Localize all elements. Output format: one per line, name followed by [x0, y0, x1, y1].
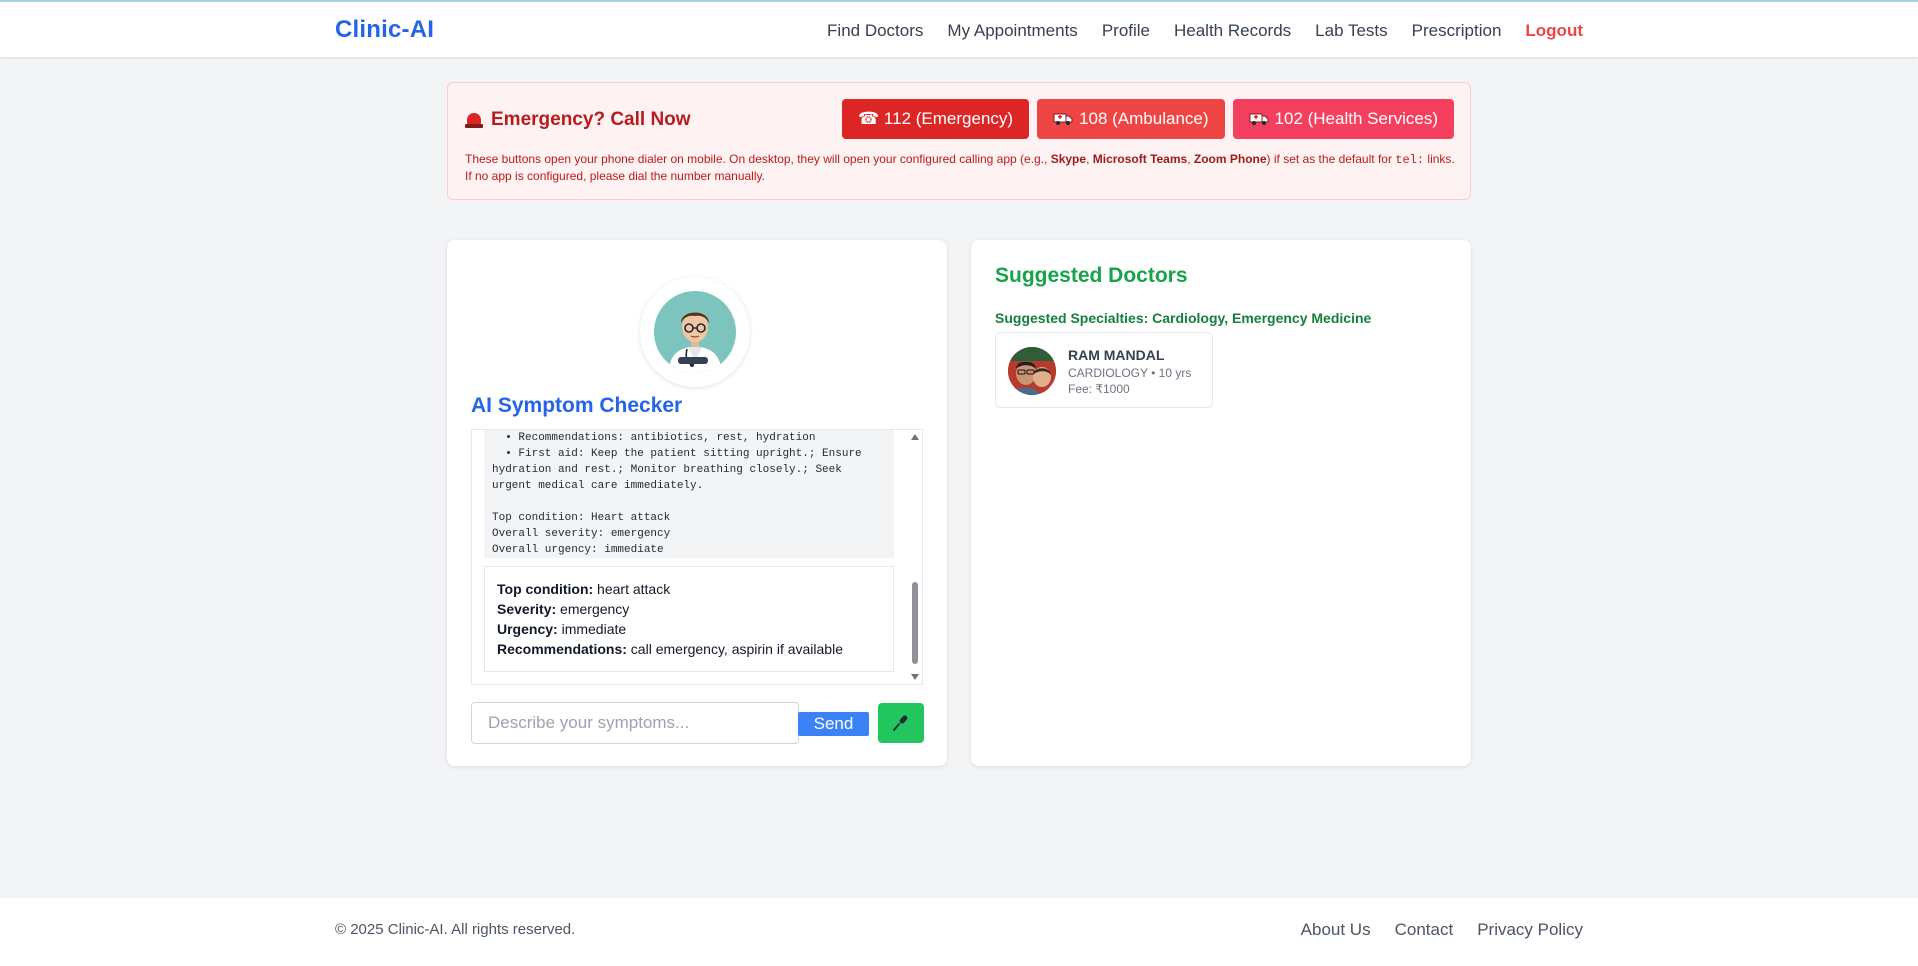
note-zoom: Zoom Phone	[1193, 152, 1267, 166]
nav-profile[interactable]: Profile	[1102, 21, 1150, 41]
footer-link-privacy-policy[interactable]: Privacy Policy	[1477, 920, 1583, 940]
note-teams: Microsoft Teams	[1092, 152, 1188, 166]
doctor-avatar-image	[654, 291, 736, 373]
call-108-label: 108 (Ambulance)	[1079, 109, 1209, 128]
summary-value: call emergency, aspirin if available	[626, 641, 843, 657]
summary-severity: Severity: emergency	[497, 599, 881, 619]
call-112-button[interactable]: ☎ 112 (Emergency)	[842, 99, 1030, 139]
doctor-specialty-experience: CARDIOLOGY • 10 yrs	[1068, 366, 1192, 380]
suggested-doctors-title: Suggested Doctors	[995, 264, 1188, 287]
summary-urgency: Urgency: immediate	[497, 619, 881, 639]
footer-copyright: © 2025 Clinic-AI. All rights reserved.	[335, 921, 576, 938]
main-nav: Find Doctors My Appointments Profile Hea…	[827, 21, 1583, 41]
footer-links: About Us Contact Privacy Policy	[1301, 920, 1583, 940]
ambulance-icon	[1053, 113, 1073, 125]
note-skype: Skype	[1050, 152, 1087, 166]
footer: © 2025 Clinic-AI. All rights reserved. A…	[0, 898, 1918, 966]
summary-recommendations: Recommendations: call emergency, aspirin…	[497, 639, 881, 659]
doctor-photo	[1008, 347, 1056, 395]
doctor-fee: Fee: ₹1000	[1068, 382, 1130, 396]
siren-icon	[465, 112, 483, 128]
analysis-summary: Top condition: heart attack Severity: em…	[484, 566, 894, 672]
suggested-specialties: Suggested Specialties: Cardiology, Emerg…	[995, 310, 1372, 326]
call-108-button[interactable]: 108 (Ambulance)	[1037, 99, 1225, 139]
note-text: ) if set as the default for	[1266, 152, 1396, 166]
summary-label: Severity:	[497, 601, 557, 617]
microphone-button[interactable]	[878, 703, 924, 743]
doctor-avatar	[640, 277, 750, 387]
chat-log[interactable]: • Recommendations: antibiotics, rest, hy…	[471, 429, 923, 685]
call-112-label: ☎ 112 (Emergency)	[858, 109, 1014, 128]
scroll-thumb[interactable]	[912, 582, 918, 664]
ambulance-icon	[1249, 113, 1269, 125]
top-navbar: Clinic-AI Find Doctors My Appointments P…	[0, 0, 1918, 57]
microphone-icon	[893, 715, 908, 731]
scroll-down-arrow-icon[interactable]	[911, 674, 919, 680]
nav-lab-tests[interactable]: Lab Tests	[1315, 21, 1387, 41]
summary-label: Recommendations:	[497, 641, 627, 657]
doctor-photo-icon	[1008, 347, 1056, 395]
emergency-note: These buttons open your phone dialer on …	[465, 151, 1455, 184]
summary-value: heart attack	[593, 581, 671, 597]
symptom-input-row: Send	[471, 702, 924, 744]
symptom-checker-title: AI Symptom Checker	[471, 394, 683, 417]
summary-condition: Top condition: heart attack	[497, 579, 881, 599]
emergency-title-text: Emergency? Call Now	[491, 109, 691, 130]
note-code: tel:	[1395, 153, 1425, 167]
note-sep: ,	[1187, 152, 1194, 166]
call-102-label: 102 (Health Services)	[1274, 109, 1438, 128]
suggested-doctors-card: Suggested Doctors Suggested Specialties:…	[971, 240, 1471, 766]
send-button[interactable]: Send	[798, 712, 869, 736]
nav-find-doctors[interactable]: Find Doctors	[827, 21, 923, 41]
summary-label: Urgency:	[497, 621, 558, 637]
scroll-up-arrow-icon[interactable]	[911, 434, 919, 440]
call-102-button[interactable]: 102 (Health Services)	[1232, 99, 1454, 139]
doctor-illustration-icon	[668, 312, 722, 373]
nav-my-appointments[interactable]: My Appointments	[947, 21, 1077, 41]
emergency-banner: Emergency? Call Now ☎ 112 (Emergency) 10…	[447, 82, 1471, 200]
emergency-title: Emergency? Call Now	[465, 109, 691, 131]
chat-scrollbar[interactable]	[908, 430, 922, 684]
summary-label: Top condition:	[497, 581, 594, 597]
summary-value: immediate	[557, 621, 627, 637]
analysis-transcript: • Recommendations: antibiotics, rest, hy…	[484, 430, 894, 558]
footer-link-about-us[interactable]: About Us	[1301, 920, 1371, 940]
doctor-card[interactable]: RAM MANDAL CARDIOLOGY • 10 yrs Fee: ₹100…	[995, 332, 1213, 408]
nav-prescription[interactable]: Prescription	[1412, 21, 1502, 41]
note-text: These buttons open your phone dialer on …	[465, 152, 1051, 166]
symptom-input[interactable]	[471, 702, 799, 744]
nav-health-records[interactable]: Health Records	[1174, 21, 1291, 41]
emergency-buttons: ☎ 112 (Emergency) 108 (Ambulance) 102 (H…	[842, 99, 1454, 139]
brand-logo[interactable]: Clinic-AI	[335, 16, 434, 44]
logout-link[interactable]: Logout	[1525, 21, 1583, 41]
summary-value: emergency	[556, 601, 630, 617]
footer-link-contact[interactable]: Contact	[1395, 920, 1454, 940]
note-sep: ,	[1086, 152, 1093, 166]
doctor-name: RAM MANDAL	[1068, 347, 1165, 363]
symptom-checker-card: AI Symptom Checker • Recommendations: an…	[447, 240, 947, 766]
